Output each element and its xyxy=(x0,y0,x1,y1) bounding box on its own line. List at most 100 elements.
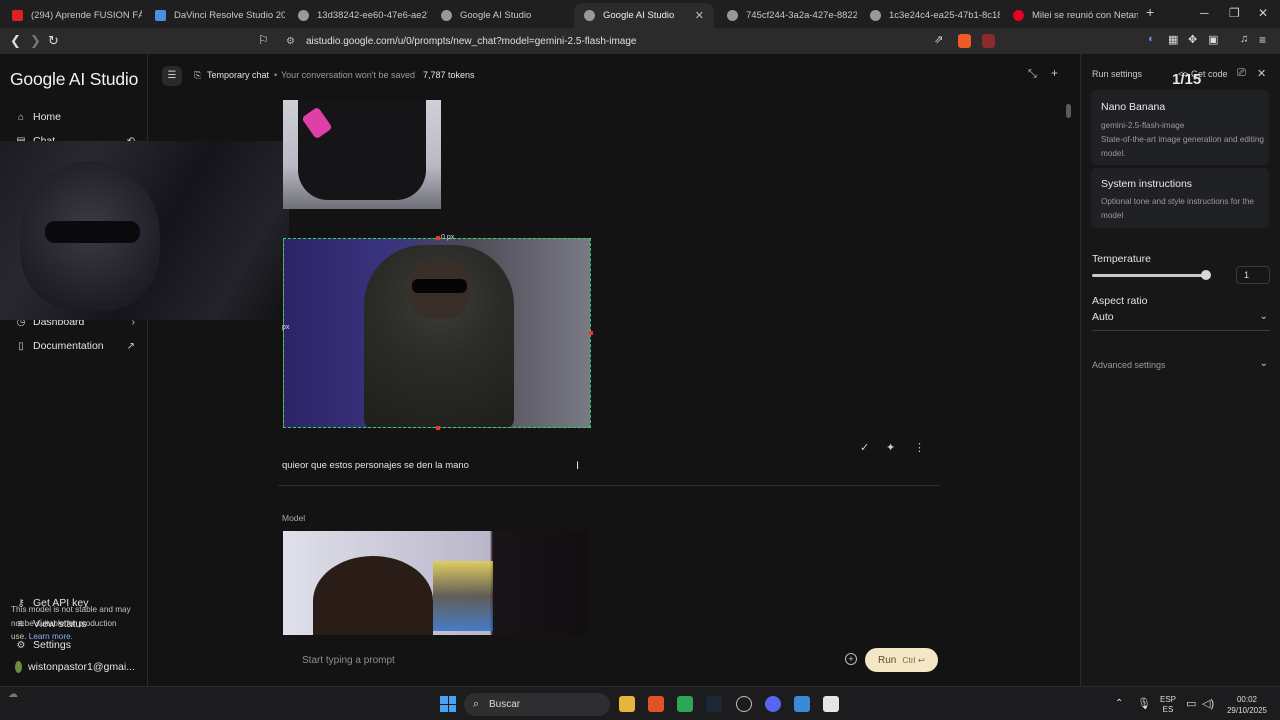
browser-tab[interactable]: 13d38242-ee60-47e6-ae27-f9 xyxy=(288,3,428,28)
prompt-bar: + Run Ctrl ↩ xyxy=(279,646,949,674)
collapse-sidebar-icon[interactable]: ☰ xyxy=(162,66,182,86)
tab-title: 745cf244-3a2a-427e-8822-c79 xyxy=(746,10,857,21)
uploaded-image-selected[interactable] xyxy=(283,238,591,428)
avatar xyxy=(15,661,23,673)
aspect-ratio-select[interactable]: Auto ⌄ xyxy=(1092,311,1270,331)
extension-icon[interactable]: ◐ xyxy=(1148,33,1155,45)
resize-handle[interactable] xyxy=(436,426,440,430)
add-media-icon[interactable]: + xyxy=(845,653,857,665)
key-icon: ⚷ xyxy=(17,597,25,609)
browser-tab[interactable]: DaVinci Resolve Studio 20 - El xyxy=(145,3,285,28)
file-explorer-icon[interactable] xyxy=(619,696,635,712)
resize-handle[interactable] xyxy=(589,331,593,335)
sidebar-item-home[interactable]: ⌂ Home xyxy=(15,111,135,123)
app-icon[interactable] xyxy=(677,696,693,712)
new-chat-icon[interactable]: + xyxy=(1051,66,1058,80)
system-instructions-card[interactable]: System instructions Optional tone and st… xyxy=(1091,168,1269,228)
davinci-resolve-icon[interactable] xyxy=(736,696,752,712)
gear-icon: ⚙ xyxy=(16,639,26,651)
chat-scrollbar[interactable] xyxy=(1066,104,1072,624)
tab-title: DaVinci Resolve Studio 20 - El xyxy=(174,10,285,21)
close-tab-icon[interactable]: ✕ xyxy=(695,9,704,22)
maximize-icon[interactable]: ❐ xyxy=(1229,6,1240,20)
steam-icon[interactable] xyxy=(706,696,722,712)
book-icon: ▯ xyxy=(18,340,24,352)
browser-toolbar: ❮ ❯ ↻ ⚐ ⚙ aistudio.google.com/u/0/prompt… xyxy=(0,28,1280,54)
language-top: ESP xyxy=(1159,695,1176,704)
weather-icon[interactable]: ☁ xyxy=(8,689,18,700)
bookmark-icon[interactable]: ⚐ xyxy=(258,33,269,47)
compare-icon[interactable]: ⤡ xyxy=(1028,68,1037,81)
address-bar[interactable]: ⚙ aistudio.google.com/u/0/prompts/new_ch… xyxy=(280,31,1000,51)
brave-browser-icon[interactable] xyxy=(648,696,664,712)
taskbar-search[interactable]: ⌕ Buscar xyxy=(464,693,610,716)
site-info-icon[interactable]: ⚙ xyxy=(286,36,295,47)
temperature-slider-thumb[interactable] xyxy=(1201,270,1211,280)
status-icon: ≋ xyxy=(16,618,26,630)
chat-thread: 0 px px ✓ ✦ ⋮ quieor que estos personaje… xyxy=(148,96,1080,686)
sidebar-item-settings[interactable]: ⚙ Settings xyxy=(15,639,135,651)
sidebar-item-documentation[interactable]: ▯ Documentation ↗ xyxy=(15,340,135,352)
globe-icon xyxy=(870,10,881,21)
person-figure xyxy=(313,556,433,635)
run-button[interactable]: Run Ctrl ↩ xyxy=(865,648,938,672)
scrollbar-thumb[interactable] xyxy=(1066,104,1071,118)
forward-icon[interactable]: ❯ xyxy=(30,33,41,49)
generated-image[interactable] xyxy=(283,531,587,635)
sidebar-toggle-icon[interactable]: ▦ xyxy=(1168,33,1178,46)
sidebar-item-label: Settings xyxy=(33,639,71,651)
windows-start-icon[interactable] xyxy=(440,696,456,712)
browser-tab[interactable]: (294) Aprende FUSION FÁCIL e xyxy=(2,3,142,28)
wallet-icon[interactable]: ▣ xyxy=(1208,33,1218,46)
reset-icon[interactable]: ⎚ xyxy=(1237,67,1246,80)
sidebar-item-status[interactable]: ≋ View status xyxy=(15,618,135,630)
music-icon[interactable]: ♫ xyxy=(1240,33,1248,45)
minimize-icon[interactable]: ─ xyxy=(1200,6,1209,20)
clock-time: 00:02 xyxy=(1236,695,1258,704)
temperature-slider[interactable] xyxy=(1092,274,1206,277)
sunglasses xyxy=(45,221,140,243)
volume-icon[interactable]: ◁) xyxy=(1202,697,1214,710)
chevron-down-icon: ⌄ xyxy=(1259,311,1268,322)
run-settings-title: Run settings xyxy=(1092,69,1143,79)
menu-icon[interactable]: ≡ xyxy=(1259,33,1266,47)
tab-title: 1c3e24c4-ea25-47b1-8c18-16 xyxy=(889,10,1000,21)
user-message[interactable]: quieor que estos personajes se den la ma… xyxy=(278,452,940,486)
sidebar-item-label: Get API key xyxy=(33,597,89,609)
tray-expand-icon[interactable]: ⌃ xyxy=(1115,698,1123,709)
rewards-icon[interactable] xyxy=(982,34,995,48)
temperature-input[interactable]: 1 xyxy=(1236,266,1270,284)
new-tab-icon[interactable]: + xyxy=(1146,4,1154,20)
sidebar-item-api-key[interactable]: ⚷ Get API key xyxy=(15,597,135,609)
photos-icon[interactable] xyxy=(794,696,810,712)
model-label: Model xyxy=(282,513,306,523)
microphone-icon[interactable]: 🎙 xyxy=(1137,697,1151,710)
model-description: State-of-the-art image generation and ed… xyxy=(1101,135,1264,158)
model-selector-card[interactable]: Nano Banana gemini-2.5-flash-image State… xyxy=(1091,90,1269,165)
discord-icon[interactable] xyxy=(765,696,781,712)
browser-tab[interactable]: 1c3e24c4-ea25-47b1-8c18-16 xyxy=(860,3,1000,28)
share-icon[interactable]: ⇗ xyxy=(934,33,943,46)
back-icon[interactable]: ❮ xyxy=(10,33,21,49)
browser-tab[interactable]: 745cf244-3a2a-427e-8822-c79 xyxy=(717,3,857,28)
close-panel-icon[interactable]: ✕ xyxy=(1257,67,1266,80)
browser-tab[interactable]: Milei se reunió con Netanyahu xyxy=(1003,3,1138,28)
model-id: gemini-2.5-flash-image xyxy=(1101,121,1185,130)
resize-handle[interactable] xyxy=(436,236,440,240)
language-indicator[interactable]: ESP ES xyxy=(1157,695,1179,715)
notepad-icon[interactable] xyxy=(823,696,839,712)
brave-shield-icon[interactable] xyxy=(958,34,971,48)
prompt-input[interactable] xyxy=(279,646,839,674)
puzzle-icon[interactable]: ✥ xyxy=(1188,33,1197,46)
network-icon[interactable]: ▭ xyxy=(1186,697,1196,710)
uploaded-image[interactable] xyxy=(283,100,441,209)
reload-icon[interactable]: ↻ xyxy=(48,33,59,49)
browser-tab-active[interactable]: Google AI Studio ✕ xyxy=(574,3,714,28)
sidebar-item-account[interactable]: wistonpastor1@gmai... xyxy=(15,661,135,673)
advanced-settings-toggle[interactable]: Advanced settings ⌄ xyxy=(1092,358,1270,370)
system-instructions-desc: Optional tone and style instructions for… xyxy=(1101,197,1254,220)
browser-tab[interactable]: Google AI Studio xyxy=(431,3,571,28)
size-label: px xyxy=(282,324,290,331)
clock[interactable]: 00:02 29/10/2025 xyxy=(1222,694,1272,716)
close-window-icon[interactable]: ✕ xyxy=(1258,6,1268,20)
